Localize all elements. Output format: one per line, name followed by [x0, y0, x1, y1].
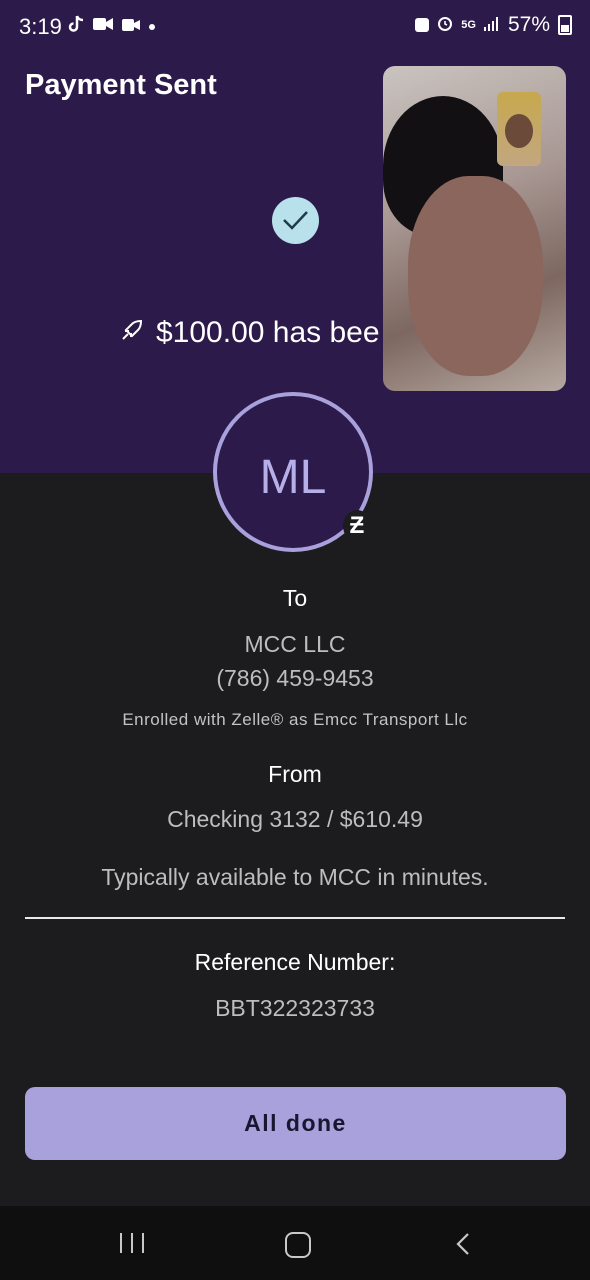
check-icon	[272, 197, 319, 244]
dot-icon	[149, 23, 155, 30]
tiktok-icon	[68, 15, 84, 38]
camera-icon	[122, 18, 140, 36]
recipient-name: MCC LLC	[244, 631, 346, 657]
amount-text: $100.00 has bee	[156, 316, 380, 349]
status-bar: 3:19 5G 57%	[0, 0, 590, 56]
all-done-button[interactable]: All done	[25, 1087, 566, 1160]
battery-percent: 57%	[507, 13, 550, 36]
to-label: To	[282, 585, 308, 611]
alarm-icon	[437, 13, 453, 37]
rocket-icon	[120, 316, 144, 350]
reference-number: BBT322323733	[215, 995, 375, 1021]
zelle-enrollment: Enrolled with Zelle® as Emcc Transport L…	[122, 710, 468, 729]
recipient-phone: (786) 459-9453	[216, 665, 374, 691]
notification-icons	[68, 15, 155, 38]
reference-label: Reference Number:	[194, 949, 396, 975]
video-call-icon	[93, 17, 113, 36]
avatar-initials: ML	[259, 451, 327, 504]
divider	[25, 917, 565, 919]
battery-icon	[558, 15, 572, 35]
status-time: 3:19	[19, 14, 62, 39]
back-icon[interactable]	[456, 1233, 470, 1260]
source-account: Checking 3132 / $610.49	[167, 806, 423, 832]
page-title: Payment Sent	[25, 69, 217, 101]
video-pip-thumbnail[interactable]	[497, 92, 541, 166]
video-person	[408, 176, 543, 376]
amount-sent-message: $100.00 has bee	[120, 316, 384, 350]
system-indicators: 5G 57%	[415, 13, 572, 37]
home-icon[interactable]	[285, 1232, 311, 1258]
video-call-overlay[interactable]	[383, 66, 566, 391]
5g-icon: 5G	[461, 19, 476, 31]
battery-saver-icon	[415, 18, 430, 32]
pip-person	[505, 114, 533, 148]
recent-apps-icon[interactable]	[120, 1233, 144, 1253]
availability-note: Typically available to MCC in minutes.	[101, 864, 489, 890]
signal-icon	[483, 13, 500, 37]
zelle-icon: Ƶ	[343, 510, 371, 542]
system-nav-bar	[0, 1206, 590, 1280]
from-label: From	[268, 761, 322, 787]
